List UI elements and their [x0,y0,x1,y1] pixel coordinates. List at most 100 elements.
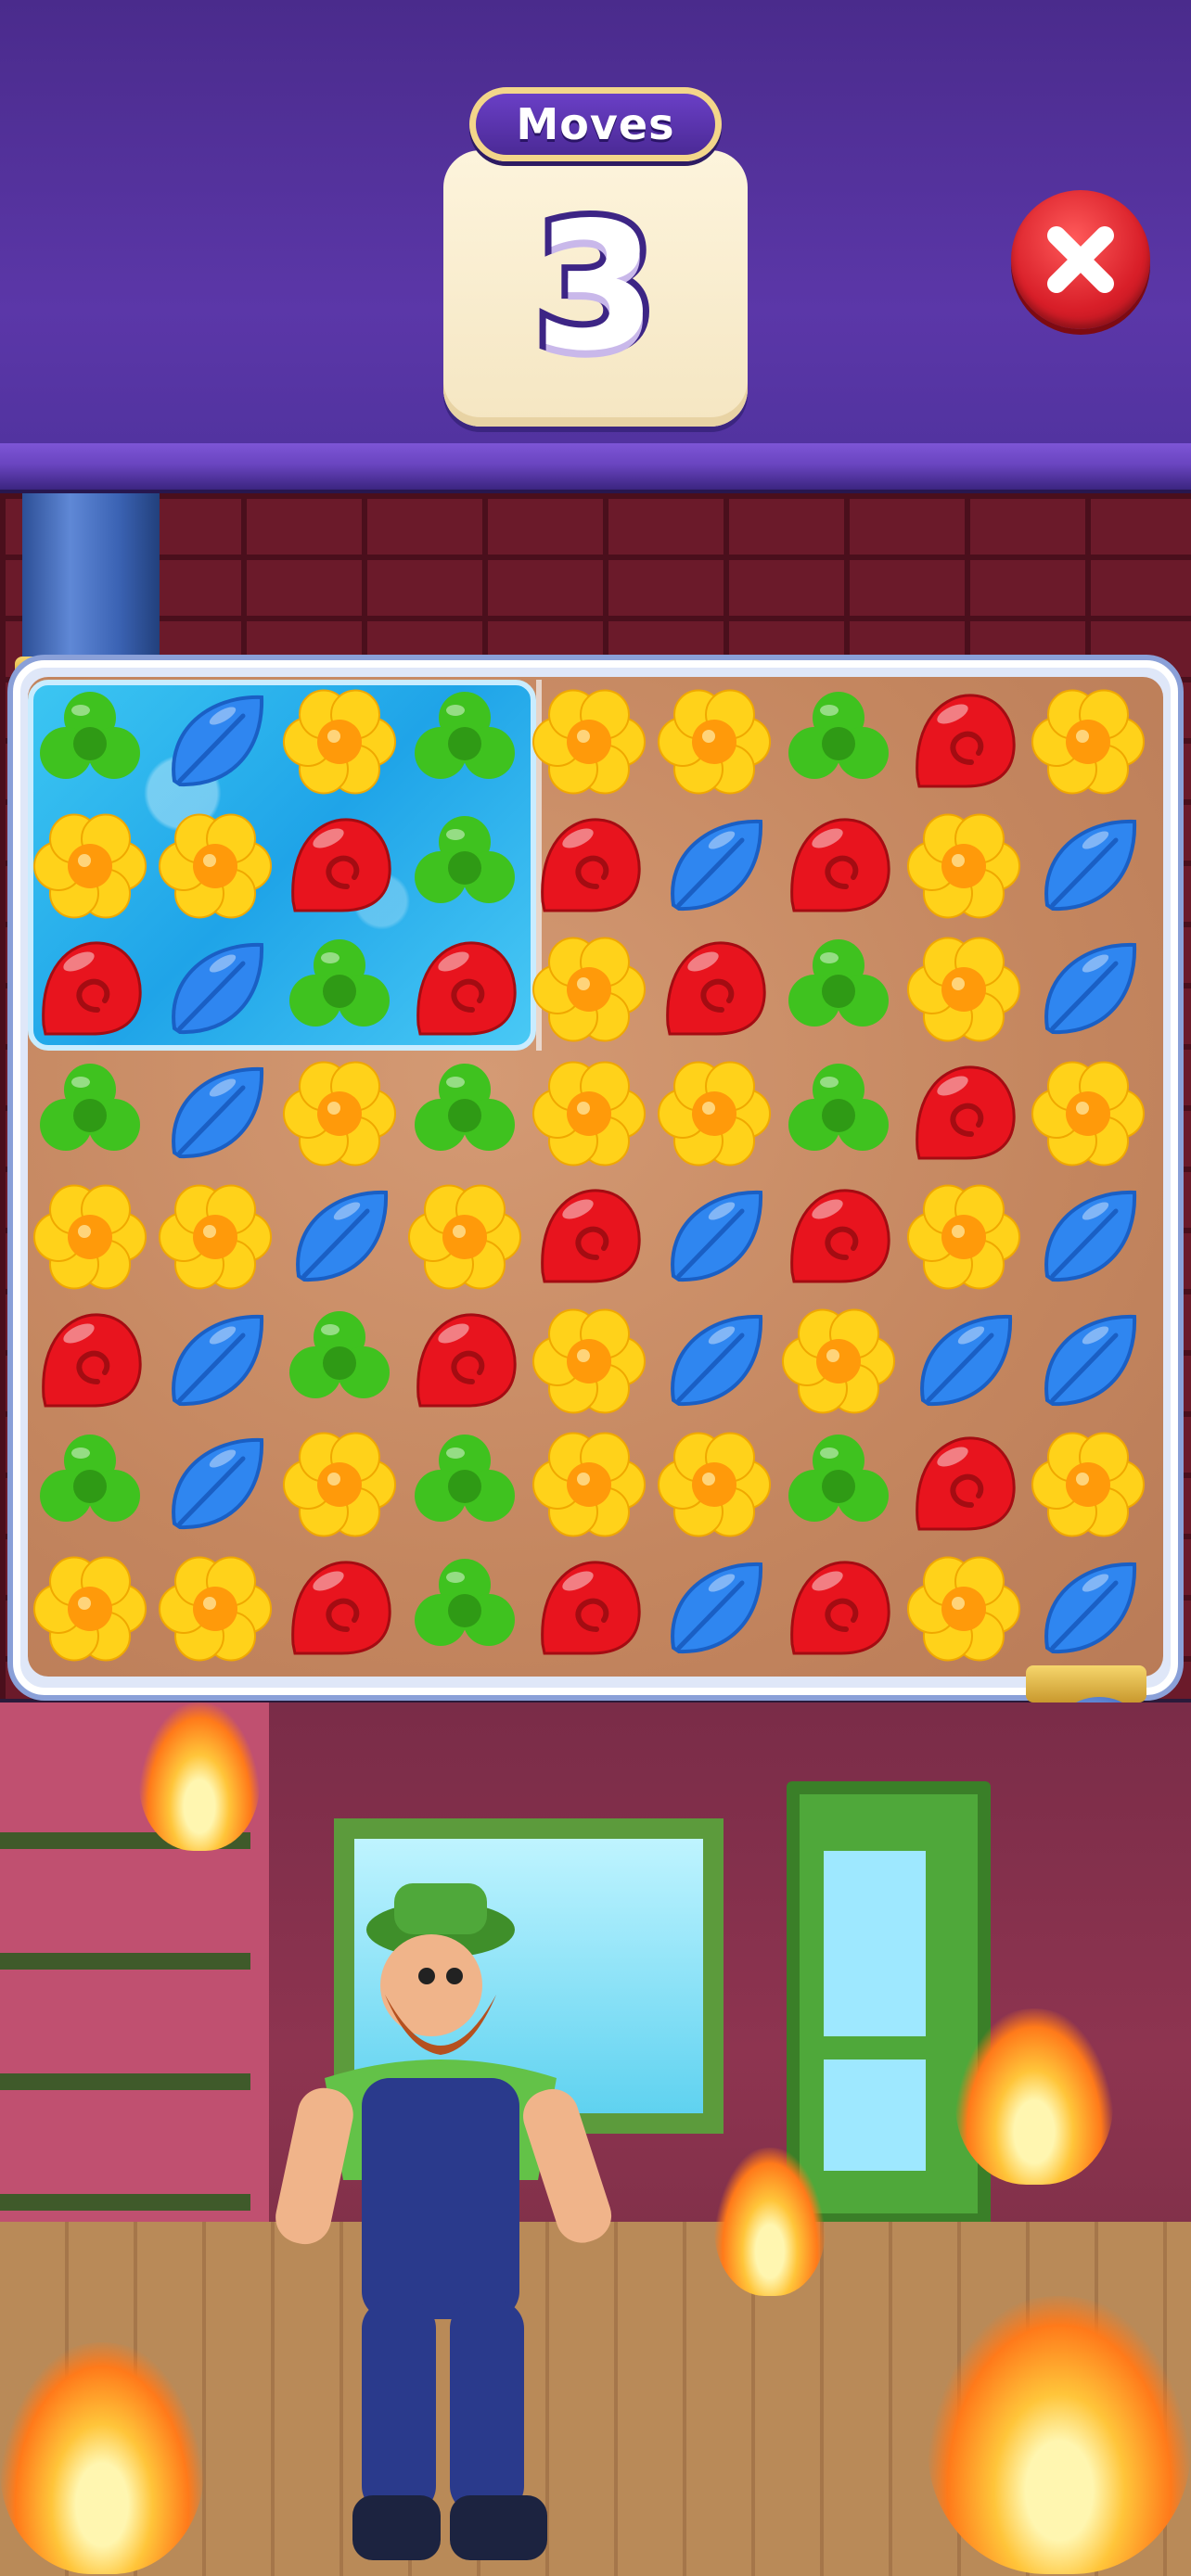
close-button[interactable] [1011,190,1150,329]
tile[interactable] [1026,1547,1150,1671]
tile[interactable] [1026,1299,1150,1423]
tile[interactable] [1026,804,1150,928]
tile[interactable] [776,804,901,928]
tile[interactable] [652,1547,776,1671]
tile[interactable] [527,1299,651,1423]
leaf-icon [171,942,263,1035]
tile[interactable] [28,927,152,1052]
tile[interactable] [28,1299,152,1423]
flower-icon [33,1184,147,1290]
tile[interactable] [28,680,152,804]
tile[interactable] [28,1422,152,1547]
tile[interactable] [652,804,776,928]
tile[interactable] [527,1547,651,1671]
tile[interactable] [902,1175,1026,1299]
tile[interactable] [277,1175,402,1299]
tile[interactable] [776,927,901,1052]
tile[interactable] [277,1422,402,1547]
leaf-icon [1044,1314,1137,1406]
tile[interactable] [28,804,152,928]
flower-icon [657,689,771,795]
tile[interactable] [403,680,527,804]
tile[interactable] [277,680,402,804]
tile[interactable] [652,680,776,804]
tile[interactable] [902,1547,1026,1671]
tile[interactable] [153,1175,277,1299]
tile[interactable] [403,1422,527,1547]
leaf-icon [171,695,263,787]
tile[interactable] [277,1547,402,1671]
shell-icon [42,1312,142,1407]
tile[interactable] [403,804,527,928]
tile[interactable] [153,1052,277,1176]
tile[interactable] [1026,680,1150,804]
tile[interactable] [277,927,402,1052]
leaf-icon [670,1314,762,1406]
tile[interactable] [1026,1422,1150,1547]
tile[interactable] [403,1299,527,1423]
tile[interactable] [153,927,277,1052]
tile[interactable] [527,1052,651,1176]
tile[interactable] [1026,927,1150,1052]
tile[interactable] [1026,1175,1150,1299]
tile[interactable] [527,927,651,1052]
tile[interactable] [776,1175,901,1299]
tile[interactable] [403,927,527,1052]
tile[interactable] [277,1299,402,1423]
tile[interactable] [28,1052,152,1176]
tile[interactable] [902,680,1026,804]
tile[interactable] [652,927,776,1052]
tile[interactable] [153,1299,277,1423]
clover-icon [788,939,889,1027]
tile[interactable] [1026,1052,1150,1176]
shell-icon [416,941,517,1036]
tile[interactable] [403,1052,527,1176]
tile[interactable] [902,804,1026,928]
leaf-icon [670,819,762,911]
tile[interactable] [902,1422,1026,1547]
tile[interactable] [652,1422,776,1547]
flower-icon [657,1432,771,1537]
tile[interactable] [902,1052,1026,1176]
moves-count: 3 [528,184,663,391]
close-x-icon [1047,226,1114,293]
shell-icon [541,1189,641,1283]
flower-icon [532,937,646,1042]
flower-icon [283,1061,396,1166]
tile[interactable] [403,1175,527,1299]
tile[interactable] [527,1175,651,1299]
tile[interactable] [277,804,402,928]
shell-icon [291,1560,391,1654]
tile[interactable] [652,1299,776,1423]
tile[interactable] [527,804,651,928]
shelf-plank [0,2073,250,2090]
tile[interactable] [527,680,651,804]
tile[interactable] [902,1299,1026,1423]
tile[interactable] [28,1547,152,1671]
flower-icon [158,1556,272,1661]
clover-icon [414,1558,515,1646]
tile[interactable] [776,680,901,804]
shell-icon [416,1312,517,1407]
leaf-icon [296,1190,389,1282]
tile[interactable] [277,1052,402,1176]
tile[interactable] [153,804,277,928]
flower-icon [1031,1432,1145,1537]
tile[interactable] [652,1052,776,1176]
tile[interactable] [153,1422,277,1547]
flower-icon [1031,689,1145,795]
shell-icon [915,1436,1016,1531]
tile[interactable] [153,1547,277,1671]
tile[interactable] [652,1175,776,1299]
tile[interactable] [776,1422,901,1547]
flower-icon [407,1184,521,1290]
shell-icon [541,1560,641,1654]
tile[interactable] [153,680,277,804]
tile[interactable] [28,1175,152,1299]
tile[interactable] [527,1422,651,1547]
tile[interactable] [776,1547,901,1671]
tile[interactable] [776,1299,901,1423]
tile[interactable] [776,1052,901,1176]
tile[interactable] [403,1547,527,1671]
tile[interactable] [902,927,1026,1052]
